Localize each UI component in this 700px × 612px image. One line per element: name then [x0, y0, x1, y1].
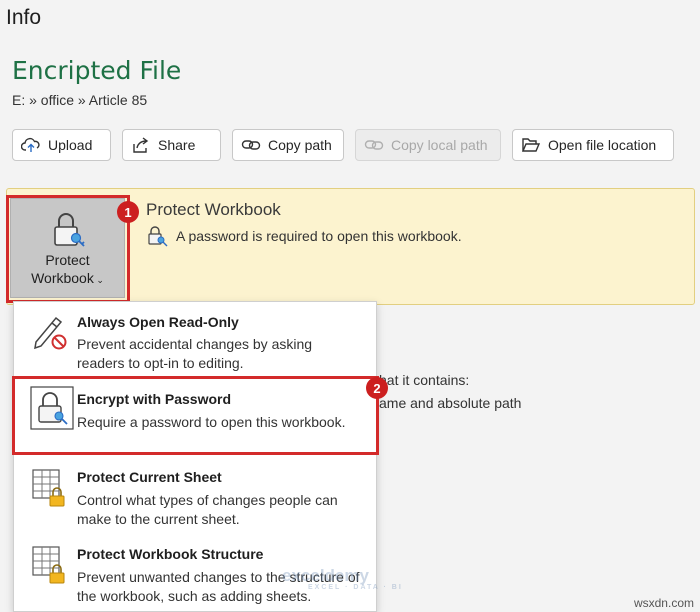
folder-open-icon: [521, 138, 541, 152]
link-icon: [241, 140, 261, 150]
file-name: Encripted File: [12, 56, 182, 85]
page-title: Info: [6, 6, 42, 29]
copy-local-path-label: Copy local path: [391, 137, 488, 153]
menu-item-description: Control what types of changes people can…: [77, 492, 338, 527]
menu-item-title: Protect Current Sheet: [77, 469, 222, 485]
step-badge-1: 1: [117, 201, 139, 223]
link-icon: [364, 140, 384, 150]
menu-item-title: Protect Workbook Structure: [77, 546, 264, 562]
open-file-location-label: Open file location: [548, 137, 657, 153]
step-badge-2: 2: [366, 377, 388, 399]
menu-item-description: Prevent accidental changes by asking rea…: [77, 336, 313, 371]
file-path-breadcrumb: E: » office » Article 85: [12, 92, 148, 108]
copy-path-label: Copy path: [268, 137, 332, 153]
upload-label: Upload: [48, 137, 93, 153]
share-label: Share: [158, 137, 196, 153]
workbook-lock-icon: [32, 546, 65, 584]
menu-item-protect-current-sheet[interactable]: Protect Current Sheet Control what types…: [14, 458, 376, 534]
copy-path-button[interactable]: Copy path: [232, 129, 344, 161]
sheet-lock-icon: [32, 469, 65, 507]
open-file-location-button[interactable]: Open file location: [512, 129, 674, 161]
copy-local-path-button[interactable]: Copy local path: [355, 129, 501, 161]
watermark-tagline: EXCEL · DATA · BI: [308, 584, 403, 591]
watermark-logo: exceldemy EXCEL · DATA · BI: [282, 566, 403, 591]
highlight-box-2: [12, 376, 379, 455]
background-text-1: hat it contains:: [379, 372, 470, 388]
watermark-brand: exceldemy: [282, 566, 369, 585]
menu-item-title: Always Open Read-Only: [77, 314, 239, 330]
highlight-box-1: [6, 195, 130, 303]
site-credit: wsxdn.com: [633, 596, 694, 610]
menu-item-always-open-read-only[interactable]: Always Open Read-Only Prevent accidental…: [14, 302, 376, 378]
cloud-upload-icon: [21, 137, 40, 152]
share-icon: [133, 137, 149, 153]
share-button[interactable]: Share: [122, 129, 221, 161]
upload-button[interactable]: Upload: [12, 129, 111, 161]
background-text-2: ame and absolute path: [379, 395, 522, 411]
protect-workbook-description: A password is required to open this work…: [176, 228, 462, 244]
protect-workbook-heading: Protect Workbook: [146, 200, 281, 219]
lock-key-icon: [148, 226, 168, 247]
pencil-no-icon: [34, 316, 67, 350]
